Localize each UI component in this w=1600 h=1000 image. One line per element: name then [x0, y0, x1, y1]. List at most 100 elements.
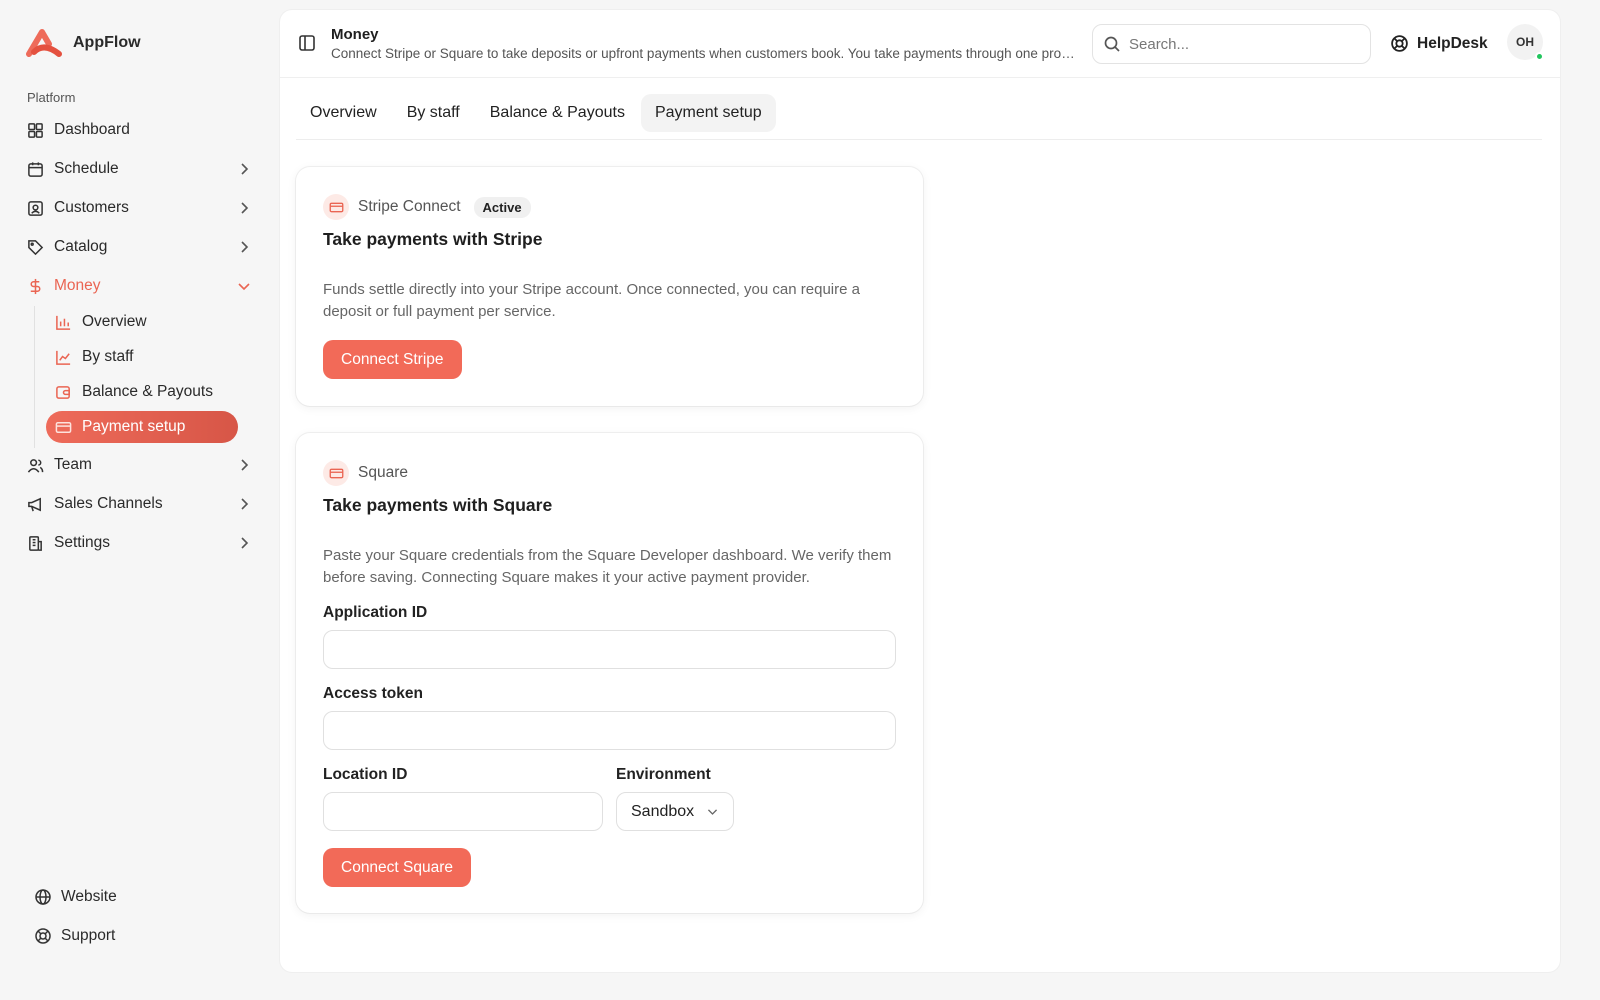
helpdesk-label: HelpDesk	[1417, 34, 1488, 52]
dollar-icon	[26, 277, 44, 295]
tag-icon	[26, 238, 44, 256]
sidebar-subitem-balance-payouts[interactable]: Balance & Payouts	[46, 376, 238, 408]
main-panel: Money Connect Stripe or Square to take d…	[280, 10, 1560, 972]
location-id-label: Location ID	[323, 766, 408, 783]
sidebar-link-website[interactable]: Website	[34, 888, 117, 906]
tab-balance-payouts[interactable]: Balance & Payouts	[476, 94, 639, 132]
sidebar-item-customers[interactable]: Customers	[22, 191, 260, 225]
sidebar-subitem-label: Overview	[82, 313, 147, 330]
dashboard-icon	[26, 121, 44, 139]
square-card-description: Paste your Square credentials from the S…	[323, 547, 892, 586]
line-chart-icon	[54, 348, 72, 366]
sidebar-item-sales-channels[interactable]: Sales Channels	[22, 487, 260, 521]
sidebar-subitem-by-staff[interactable]: By staff	[46, 341, 238, 373]
chevron-right-icon	[236, 161, 252, 177]
sidebar-item-label: Dashboard	[54, 121, 130, 138]
chevron-right-icon	[236, 457, 252, 473]
chevron-right-icon	[236, 496, 252, 512]
brand-name: AppFlow	[73, 34, 141, 51]
application-id-label: Application ID	[323, 604, 428, 621]
contact-icon	[26, 199, 44, 217]
chevron-right-icon	[236, 200, 252, 216]
online-status-dot	[1535, 52, 1544, 61]
bar-chart-icon	[54, 313, 72, 331]
access-token-label: Access token	[323, 685, 423, 702]
environment-value: Sandbox	[631, 802, 695, 820]
chevron-down-icon	[706, 805, 719, 818]
brand[interactable]: AppFlow	[25, 28, 141, 58]
tab-overview[interactable]: Overview	[296, 94, 391, 132]
sidebar-subitem-payment-setup[interactable]: Payment setup	[46, 411, 238, 443]
sidebar-item-settings[interactable]: Settings	[22, 526, 260, 560]
calendar-icon	[26, 160, 44, 178]
sidebar-item-dashboard[interactable]: Dashboard	[22, 113, 260, 147]
sidebar-subitem-overview[interactable]: Overview	[46, 306, 238, 338]
sidebar-subitem-label: Balance & Payouts	[82, 383, 213, 400]
application-id-input[interactable]	[323, 630, 896, 669]
tab-divider	[296, 139, 1542, 140]
search-box[interactable]	[1092, 24, 1371, 64]
provider-name: Square	[358, 464, 408, 481]
sidebar-item-catalog[interactable]: Catalog	[22, 230, 260, 264]
sidebar-item-label: Team	[54, 456, 92, 473]
square-card-title: Take payments with Square	[323, 495, 553, 515]
sidebar-link-label: Support	[61, 927, 116, 944]
environment-select[interactable]: Sandbox	[616, 792, 734, 831]
top-bar: Money Connect Stripe or Square to take d…	[280, 10, 1560, 78]
location-id-input[interactable]	[323, 792, 603, 831]
square-card-header: Square	[323, 460, 408, 486]
stripe-card-title: Take payments with Stripe	[323, 229, 543, 249]
stripe-card: Stripe Connect Active Take payments with…	[296, 167, 923, 406]
wallet-icon	[54, 383, 72, 401]
sidebar-item-label: Customers	[54, 199, 129, 216]
provider-name: Stripe Connect	[358, 198, 461, 215]
sidebar-link-support[interactable]: Support	[34, 927, 115, 945]
sidebar-item-label: Schedule	[54, 160, 119, 177]
access-token-input[interactable]	[323, 711, 896, 750]
lifebuoy-icon	[1390, 34, 1409, 53]
section-label-platform: Platform	[27, 90, 76, 105]
sidebar-item-money[interactable]: Money	[22, 269, 260, 303]
sidebar-item-label: Sales Channels	[54, 495, 163, 512]
credit-card-icon	[54, 418, 72, 436]
sidebar-link-label: Website	[61, 888, 117, 905]
chevron-right-icon	[236, 239, 252, 255]
credit-card-icon	[323, 194, 349, 220]
tab-payment-setup[interactable]: Payment setup	[640, 94, 776, 132]
lifebuoy-icon	[34, 927, 52, 945]
search-input[interactable]	[1129, 35, 1359, 53]
credit-card-icon	[323, 460, 349, 486]
connect-stripe-button[interactable]: Connect Stripe	[323, 340, 462, 379]
search-icon	[1103, 35, 1121, 53]
stripe-card-description: Funds settle directly into your Stripe a…	[323, 281, 860, 320]
connect-square-button[interactable]: Connect Square	[323, 848, 472, 887]
avatar[interactable]: OH	[1507, 24, 1544, 61]
sidebar-subitem-label: Payment setup	[82, 418, 186, 435]
appflow-logo-icon	[25, 28, 63, 58]
megaphone-icon	[26, 495, 44, 513]
page-title: Money	[331, 26, 379, 43]
sidebar: AppFlow Platform Dashboard Schedule Cust…	[0, 0, 284, 1000]
chevron-right-icon	[236, 535, 252, 551]
sidebar-subitem-label: By staff	[82, 348, 134, 365]
tab-by-staff[interactable]: By staff	[393, 94, 474, 132]
avatar-initials: OH	[1516, 35, 1534, 49]
environment-label: Environment	[616, 766, 711, 783]
sidebar-item-schedule[interactable]: Schedule	[22, 152, 260, 186]
helpdesk-button[interactable]: HelpDesk	[1390, 34, 1488, 53]
stripe-card-header: Stripe Connect Active	[323, 194, 531, 220]
submenu-divider	[34, 306, 35, 448]
tab-bar: Overview By staff Balance & Payouts Paym…	[296, 94, 778, 132]
sidebar-item-label: Money	[54, 277, 101, 294]
sidebar-item-label: Settings	[54, 534, 111, 551]
users-icon	[26, 456, 44, 474]
globe-icon	[34, 888, 52, 906]
status-badge: Active	[473, 196, 531, 218]
sidebar-item-team[interactable]: Team	[22, 448, 260, 482]
sidebar-toggle-icon[interactable]	[298, 34, 318, 54]
square-card: Square Take payments with Square Paste y…	[296, 433, 923, 913]
chevron-down-icon	[236, 278, 252, 294]
page-subtitle: Connect Stripe or Square to take deposit…	[331, 46, 1081, 61]
building-icon	[26, 534, 44, 552]
sidebar-item-label: Catalog	[54, 238, 108, 255]
